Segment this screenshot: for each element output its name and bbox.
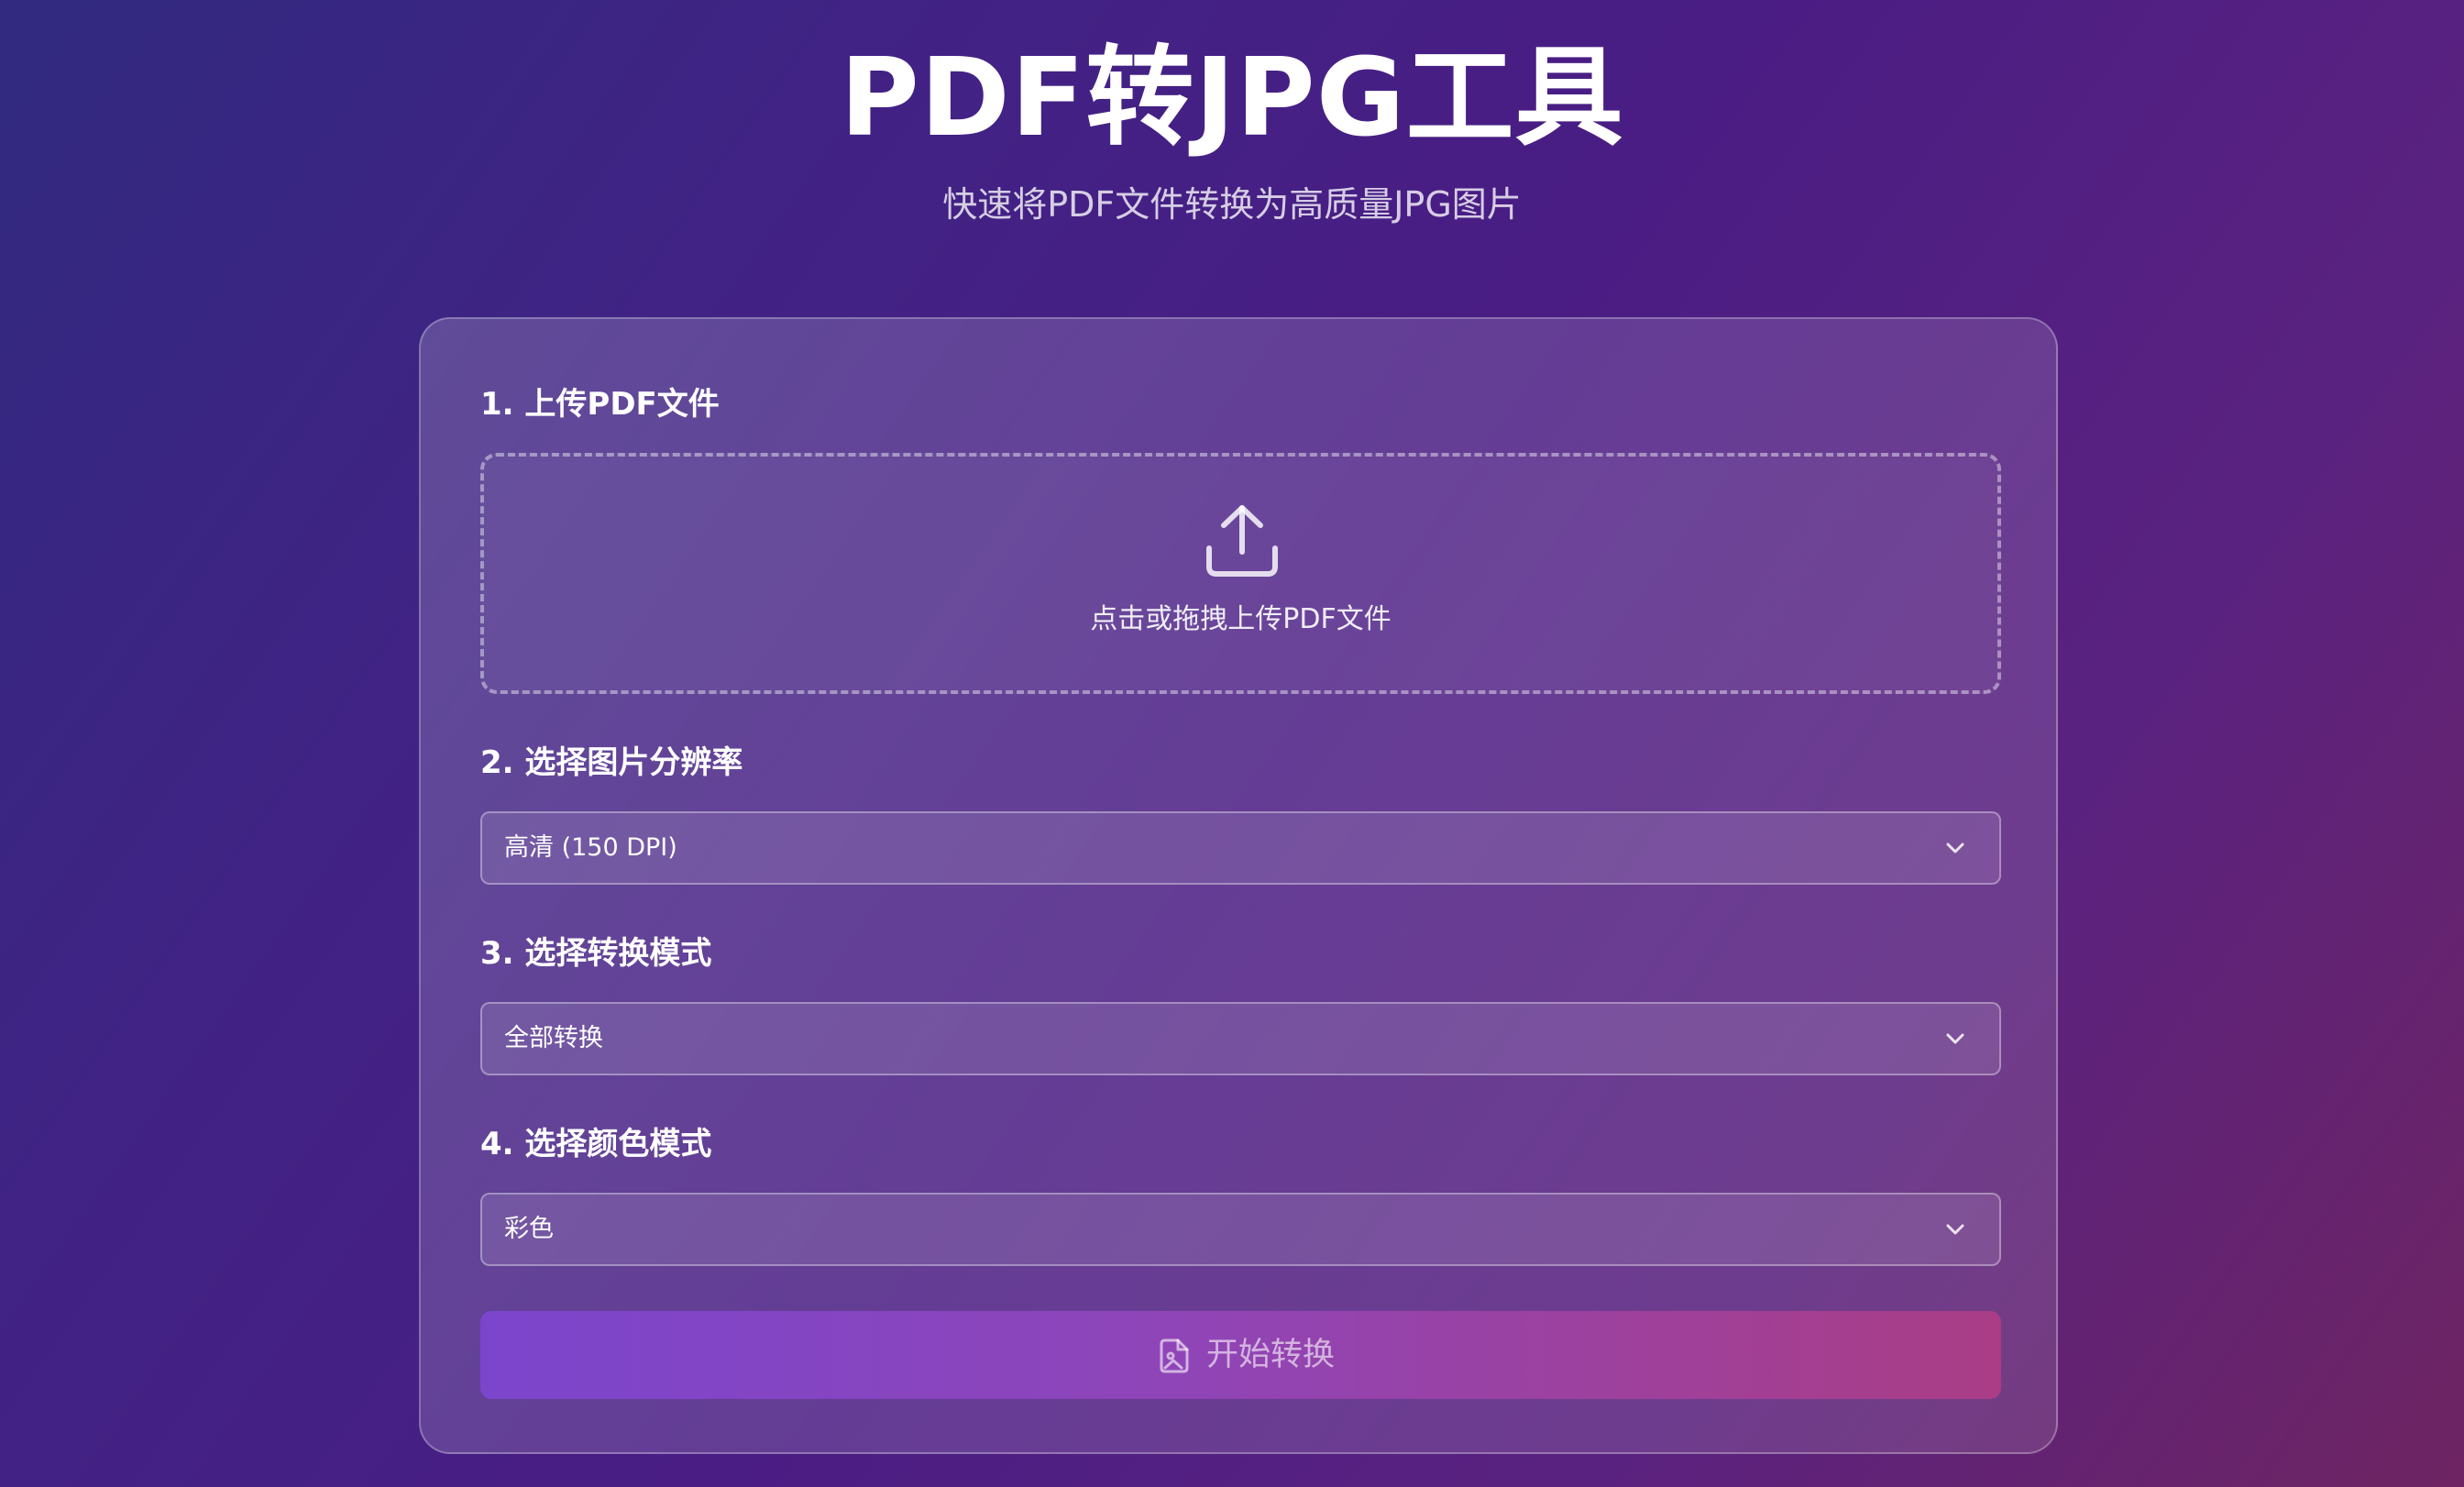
chevron-down-icon — [1946, 1224, 1964, 1235]
mode-section-label: 3. 选择转换模式 — [480, 935, 712, 972]
dropzone-prompt: 点击或拖拽上传PDF文件 — [1090, 603, 1392, 635]
color-section-label: 4. 选择颜色模式 — [480, 1126, 712, 1162]
chevron-down-icon — [1946, 843, 1964, 854]
upload-section-label: 1. 上传PDF文件 — [480, 386, 720, 423]
mode-selected-value: 全部转换 — [504, 1024, 603, 1052]
chevron-down-icon — [1946, 1033, 1964, 1044]
resolution-section-label: 2. 选择图片分辨率 — [480, 744, 743, 781]
file-image-icon — [1160, 1338, 1189, 1373]
resolution-selected-value: 高清 (150 DPI) — [504, 833, 677, 862]
page-subtitle: 快速将PDF文件转换为高质量JPG图片 — [942, 184, 1522, 225]
start-convert-button[interactable]: 开始转换 — [480, 1311, 2001, 1399]
color-mode-select[interactable]: 彩色 — [480, 1193, 2001, 1266]
pdf-dropzone[interactable]: 点击或拖拽上传PDF文件 — [480, 453, 2001, 694]
resolution-select[interactable]: 高清 (150 DPI) — [480, 811, 2001, 885]
color-selected-value: 彩色 — [504, 1215, 554, 1243]
page-title: PDF转JPG工具 — [840, 34, 1624, 160]
converter-card: 1. 上传PDF文件 点击或拖拽上传PDF文件 2. 选择图片分辨率 高清 (1… — [419, 317, 2058, 1454]
convert-button-label: 开始转换 — [1206, 1337, 1336, 1373]
mode-select[interactable]: 全部转换 — [480, 1002, 2001, 1075]
upload-icon — [1206, 505, 1278, 577]
